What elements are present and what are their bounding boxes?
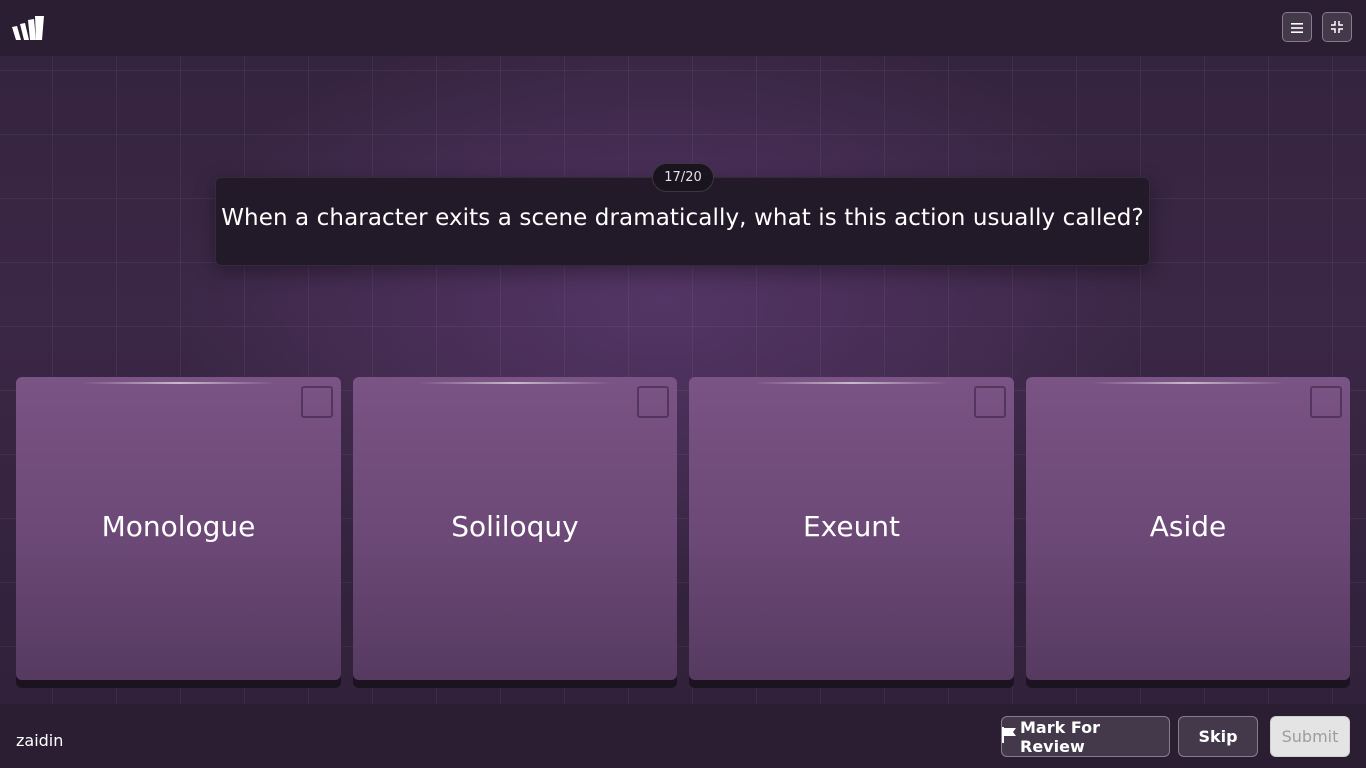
option-checkbox[interactable] — [637, 386, 669, 418]
answer-option-2[interactable]: Soliloquy — [353, 377, 677, 680]
option-label: Exeunt — [802, 510, 901, 543]
quizizz-logo-icon — [12, 16, 46, 40]
username: zaidin — [16, 731, 64, 750]
mark-for-review-label: Mark For Review — [1020, 717, 1100, 756]
submit-button[interactable]: Submit — [1270, 716, 1350, 757]
answer-option-1[interactable]: Monologue — [16, 377, 341, 680]
option-checkbox[interactable] — [301, 386, 333, 418]
answer-option-4[interactable]: Aside — [1026, 377, 1350, 680]
flag-icon — [1002, 726, 1016, 747]
mark-for-review-button[interactable]: Mark For Review — [1001, 716, 1170, 757]
bottom-bar: zaidin Mark For Review Skip Submit — [0, 704, 1366, 768]
option-label: Aside — [1149, 510, 1227, 543]
option-checkbox[interactable] — [1310, 386, 1342, 418]
question-counter: 17/20 — [652, 163, 714, 192]
card-shine — [417, 382, 613, 384]
option-label: Soliloquy — [451, 510, 579, 543]
card-shine — [81, 382, 276, 384]
exit-fullscreen-button[interactable] — [1322, 12, 1352, 42]
exit-fullscreen-icon — [1331, 18, 1343, 37]
menu-button[interactable] — [1282, 12, 1312, 42]
question-text: When a character exits a scene dramatica… — [221, 204, 1144, 231]
skip-button[interactable]: Skip — [1178, 716, 1258, 757]
answer-option-3[interactable]: Exeunt — [689, 377, 1014, 680]
top-bar — [0, 0, 1366, 56]
option-label: Monologue — [101, 510, 256, 543]
card-shine — [754, 382, 949, 384]
option-checkbox[interactable] — [974, 386, 1006, 418]
hamburger-menu-icon — [1291, 18, 1303, 37]
card-shine — [1090, 382, 1286, 384]
